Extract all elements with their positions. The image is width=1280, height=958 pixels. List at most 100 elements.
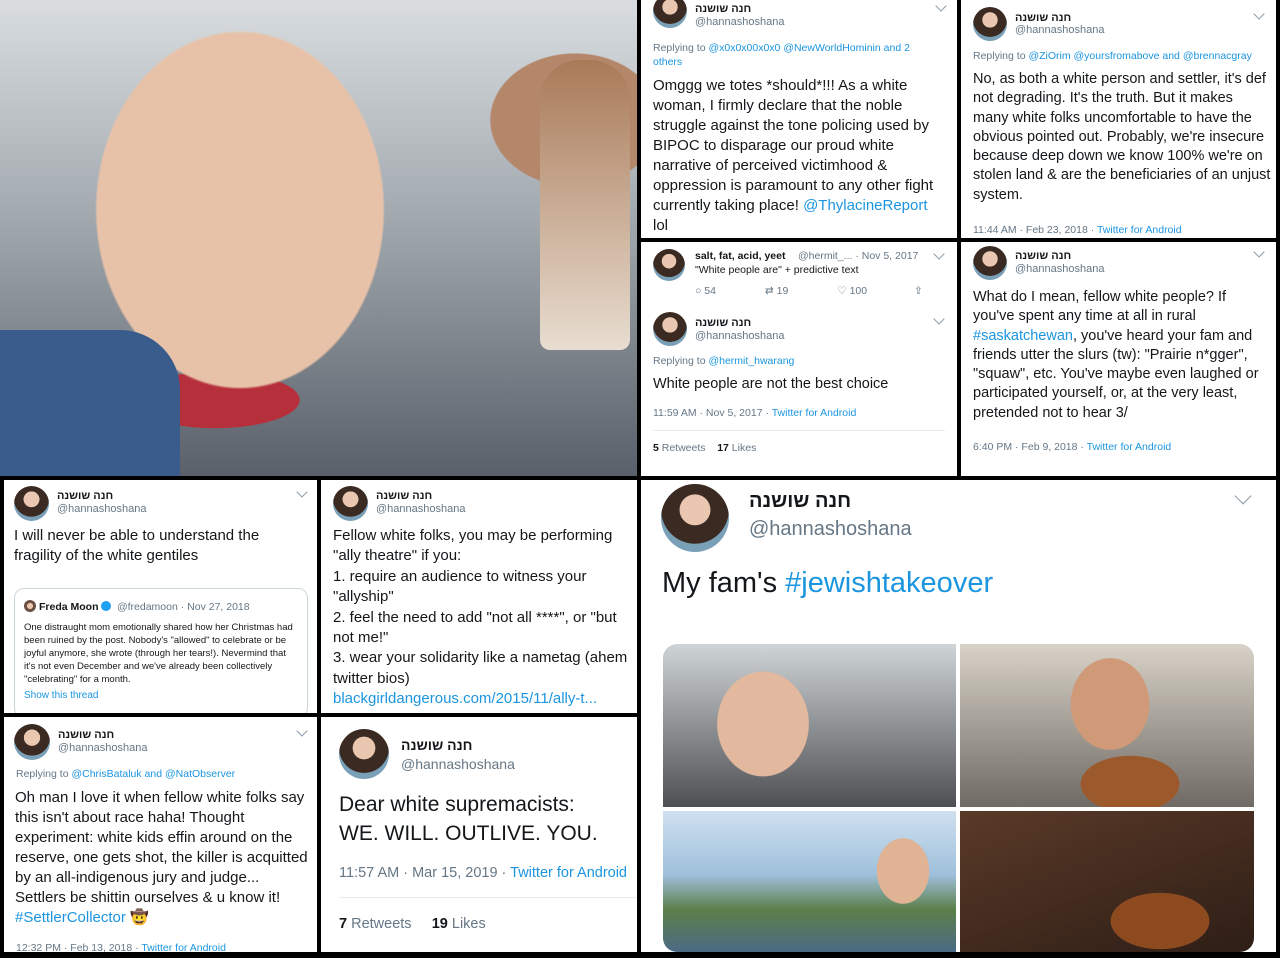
source-link[interactable]: Twitter for Android (1097, 224, 1182, 236)
author-name: חנה שושנה (1015, 250, 1072, 262)
tweet-outlive: חנה שושנה @hannashoshana Dear white supr… (321, 717, 637, 952)
author-name: חנה שושנה (376, 490, 433, 502)
tweet-stats: 7 Retweets 19 Likes (339, 916, 486, 932)
tweet-timestamp: 6:40 PM · Feb 9, 2018 · Twitter for Andr… (973, 441, 1172, 453)
author-handle[interactable]: @hannashoshana (57, 503, 146, 515)
like-count: 100 (849, 285, 868, 297)
avatar (653, 312, 687, 346)
tweet-timestamp: 11:44 AM · Feb 23, 2018 · Twitter for An… (973, 224, 1182, 236)
media-ukulele[interactable] (960, 811, 1254, 952)
reply-icon[interactable]: ○ (695, 285, 701, 297)
chevron-down-icon[interactable] (1253, 8, 1265, 20)
author-handle[interactable]: @hannashoshana (1015, 263, 1104, 275)
reply-count: 54 (704, 285, 716, 297)
hashtag-link[interactable]: #jewishtakeover (785, 567, 993, 599)
media-shofar[interactable] (663, 811, 956, 952)
source-link[interactable]: Twitter for Android (1087, 441, 1172, 453)
author-name: חנה שושנה (749, 490, 852, 512)
source-link[interactable]: Twitter for Android (510, 865, 627, 881)
tweet-text: Omggg we totes *should*!!! As a white wo… (653, 77, 934, 234)
author-handle[interactable]: @hannashoshana (695, 16, 784, 28)
external-link[interactable]: blackgirldangerous.com/2015/11/ally-t... (333, 689, 633, 709)
author-name: חנה שושנה (1015, 12, 1072, 24)
author-handle[interactable]: @hannashoshana (1015, 24, 1104, 36)
author-name: חנה שושנה (58, 729, 115, 741)
tweet-timestamp: 11:57 AM · Mar 15, 2019 · Twitter for An… (339, 865, 627, 881)
avatar (333, 486, 368, 521)
quoted-tweet[interactable]: Freda Moon @fredamoon · Nov 27, 2018 One… (14, 588, 308, 713)
avatar (973, 246, 1007, 280)
tweet-settler: חנה שושנה @hannashoshana Replying to @Zi… (961, 0, 1276, 238)
avatar (14, 724, 50, 760)
author-name: חנה שושנה (695, 317, 752, 329)
mention-link[interactable]: @ThylacineReport (803, 197, 927, 214)
orig-actions: ○ 54 ⇄ 19 ♡ 100 ⇪ (695, 285, 949, 297)
like-icon[interactable]: ♡ (837, 285, 846, 297)
reply-context: Replying to @x0x0x00x0x0 @NewWorldHomini… (653, 42, 910, 69)
hashtag-link[interactable]: #saskatchewan (973, 328, 1073, 344)
orig-author-handle[interactable]: @hermit_... · Nov 5, 2017 (798, 250, 918, 262)
hashtag-link[interactable]: #SettlerCollector (15, 909, 126, 926)
chevron-down-icon[interactable] (1234, 487, 1252, 505)
author-handle[interactable]: @hannashoshana (695, 330, 784, 342)
reply-context: Replying to @hermit_hwarang (653, 355, 795, 367)
quote-author-name: Freda Moon (39, 601, 99, 613)
chevron-down-icon[interactable] (933, 313, 945, 325)
avatar (339, 729, 389, 779)
author-name: חנה שושנה (57, 490, 114, 502)
orig-tweet-text: "White people are" + predictive text (695, 264, 859, 276)
avatar (653, 0, 687, 28)
quote-text: One distraught mom emotionally shared ho… (24, 622, 293, 686)
cowboy-emoji-icon: 🤠 (130, 908, 149, 926)
media-man-with-dog[interactable] (960, 644, 1254, 807)
chevron-down-icon[interactable] (296, 725, 308, 737)
tweet-fragility: חנה שושנה @hannashoshana I will never be… (4, 480, 317, 713)
chevron-down-icon[interactable] (935, 0, 947, 12)
tweet-settler-collector: חנה שושנה @hannashoshana Replying to @Ch… (4, 717, 317, 952)
tweet-timestamp: 12:32 PM · Feb 13, 2018 · Twitter for An… (16, 942, 226, 952)
tweet-text: Dear white supremacists: WE. WILL. OUTLI… (339, 793, 598, 845)
reply-mentions[interactable]: @hermit_hwarang (708, 355, 794, 367)
retweet-count: 19 (776, 285, 789, 297)
divider (653, 430, 945, 431)
quote-avatar (24, 600, 36, 612)
author-handle[interactable]: @hannashoshana (749, 518, 912, 541)
denim-jacket (0, 330, 180, 476)
source-link[interactable]: Twitter for Android (141, 942, 226, 952)
chevron-down-icon[interactable] (296, 486, 308, 498)
avatar (653, 249, 685, 281)
tweet-stats: 5 Retweets 17 Likes (653, 442, 757, 454)
tweet-saskatchewan: חנה שושנה @hannashoshana What do I mean,… (961, 242, 1276, 476)
reply-mentions[interactable]: @ChrisBataluk and @NatObserver (71, 768, 235, 780)
reply-context: Replying to @ChrisBataluk and @NatObserv… (16, 768, 236, 780)
tweet-text: My fam's #jewishtakeover (662, 567, 994, 599)
author-handle[interactable]: @hannashoshana (376, 503, 465, 515)
media-grid[interactable] (663, 644, 1254, 952)
verified-icon (100, 601, 111, 611)
author-handle[interactable]: @hannashoshana (58, 742, 147, 754)
retweet-icon[interactable]: ⇄ (765, 285, 774, 297)
tweet-text: White people are not the best choice (653, 376, 889, 392)
divider (339, 897, 637, 898)
avatar (14, 486, 49, 521)
tweet-text: What do I mean, fellow white people? If … (973, 289, 1259, 421)
author-name: חנה שושנה (401, 737, 473, 753)
avatar (973, 7, 1007, 41)
tweet-predictive-text: salt, fat, acid, yeet @hermit_... · Nov … (641, 242, 957, 476)
reply-mentions[interactable]: @ZiOrim @yoursfromabove and @brennacgray (1028, 50, 1251, 62)
author-handle[interactable]: @hannashoshana (401, 756, 515, 772)
tweet-timestamp: 11:59 AM · Nov 5, 2017 · Twitter for And… (653, 407, 857, 419)
tweet-white-woman: חנה שושנה @hannashoshana Replying to @x0… (641, 0, 957, 238)
tweet-ally-theatre: חנה שושנה @hannashoshana Fellow white fo… (321, 480, 637, 713)
reply-context: Replying to @ZiOrim @yoursfromabove and … (973, 50, 1252, 62)
tweet-text: Fellow white folks, you may be performin… (333, 527, 628, 687)
chevron-down-icon[interactable] (1253, 246, 1265, 258)
chevron-down-icon[interactable] (933, 248, 945, 260)
quote-author-handle: @fredamoon · Nov 27, 2018 (116, 601, 250, 613)
source-link[interactable]: Twitter for Android (772, 407, 857, 419)
orig-author-name: salt, fat, acid, yeet (695, 250, 786, 262)
tweet-text: I will never be able to understand the f… (14, 527, 260, 564)
media-selfie-with-dog[interactable] (663, 644, 956, 807)
share-icon[interactable]: ⇪ (914, 285, 923, 297)
show-thread-link[interactable]: Show this thread (24, 690, 298, 701)
